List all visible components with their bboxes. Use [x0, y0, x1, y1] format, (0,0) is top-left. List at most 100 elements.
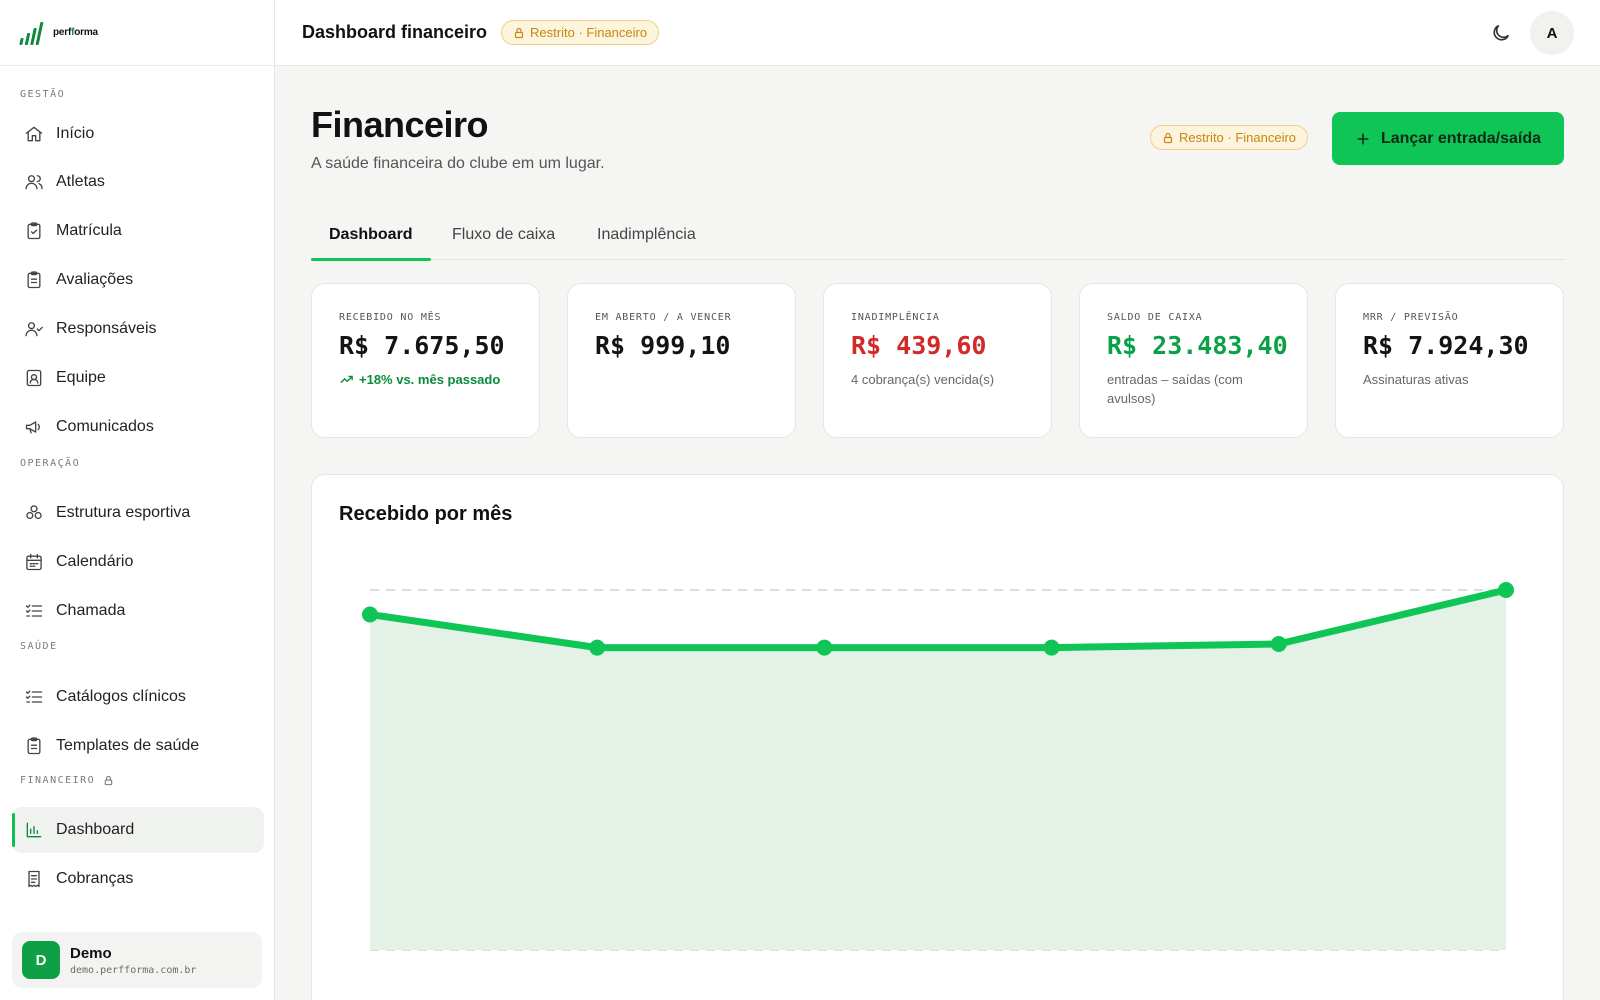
kpi-trend: +18% vs. mês passado	[339, 370, 524, 389]
kpi-value: R$ 7.675,50	[339, 331, 505, 360]
sidebar-item-label: Templates de saúde	[56, 737, 200, 754]
sidebar-item-label: Catálogos clínicos	[56, 688, 186, 705]
add-entry-button[interactable]: Lançar entrada/saída	[1332, 112, 1564, 165]
sidebar-section-title: FINANCEIRO	[0, 775, 114, 786]
brand-logo[interactable]: perfforma	[0, 0, 274, 66]
megaphone-icon	[25, 421, 40, 434]
sidebar-item-cobrancas[interactable]: Cobranças	[12, 856, 264, 902]
sidebar-item-avaliacoes[interactable]: Avaliações	[12, 257, 264, 303]
topbar-title: Dashboard financeiro	[302, 22, 488, 42]
sidebar-item-label: Dashboard	[56, 821, 135, 838]
user-avatar: D	[22, 941, 60, 979]
chart-data-point	[1270, 636, 1287, 652]
user-domain: demo.perfforma.com.br	[70, 964, 197, 976]
kpi-value: R$ 999,10	[595, 331, 731, 360]
sidebar-item-label: Comunicados	[56, 418, 154, 435]
kpi-card-received: RECEBIDO NO MÊS R$ 7.675,50 +18% vs. mês…	[311, 283, 540, 438]
trending-up-icon	[340, 375, 353, 384]
kpi-card-delinquency: INADIMPLÊNCIA R$ 439,60 4 cobrança(s) ve…	[823, 283, 1052, 438]
received-per-month-chart	[362, 582, 1514, 951]
chart-data-point	[1043, 639, 1060, 656]
kpi-note: Assinaturas ativas	[1363, 372, 1469, 387]
kpi-card-open: EM ABERTO / A VENCER R$ 999,10	[567, 283, 796, 438]
kpi-note: entradas – saídas (com avulsos)	[1107, 372, 1243, 406]
sidebar-item-label: Matrícula	[56, 222, 122, 239]
list-check-icon	[25, 690, 43, 703]
page-title: Financeiro	[311, 104, 489, 145]
tabs: Dashboard Fluxo de caixa Inadimplência	[311, 220, 1564, 261]
lock-icon	[104, 775, 113, 786]
sidebar-item-responsaveis[interactable]: Responsáveis	[12, 306, 264, 352]
brand-name: perfforma	[53, 27, 98, 38]
sidebar-item-label: Equipe	[56, 369, 106, 386]
sidebar-item-matricula[interactable]: Matrícula	[12, 208, 264, 254]
sidebar-item-label: Atletas	[56, 173, 105, 190]
sidebar-item-calendario[interactable]: Calendário	[12, 539, 264, 585]
kpi-label: INADIMPLÊNCIA	[851, 312, 940, 323]
lock-icon	[514, 27, 524, 38]
chart-area	[370, 590, 1506, 950]
tab-dashboard[interactable]: Dashboard	[311, 226, 431, 261]
clipboard-list-icon	[27, 271, 41, 289]
sidebar-item-estrutura-esportiva[interactable]: Estrutura esportiva	[12, 490, 264, 536]
home-icon	[25, 126, 43, 142]
sidebar-item-comunicados[interactable]: Comunicados	[12, 404, 264, 450]
kpi-card-cash-balance: SALDO DE CAIXA R$ 23.483,40 entradas – s…	[1079, 283, 1308, 438]
sidebar-section-title: GESTÃO	[20, 89, 66, 100]
kpi-value: R$ 439,60	[851, 331, 987, 360]
topbar: Dashboard financeiro Restrito · Financei…	[275, 0, 1600, 66]
plus-icon	[1357, 133, 1369, 144]
sidebar-section-title: SAÚDE	[20, 641, 58, 652]
receipt-icon	[28, 870, 40, 888]
chart-data-point	[816, 639, 833, 656]
sidebar: perfforma GESTÃO Início Atletas Matrícul…	[0, 0, 275, 1000]
tab-delinquency[interactable]: Inadimplência	[597, 226, 696, 260]
tab-cash-flow[interactable]: Fluxo de caixa	[452, 226, 555, 260]
calendar-icon	[26, 553, 42, 571]
kpi-label: RECEBIDO NO MÊS	[339, 312, 442, 323]
kpi-card-mrr: MRR / PREVISÃO R$ 7.924,30 Assinaturas a…	[1335, 283, 1564, 438]
sidebar-item-inicio[interactable]: Início	[12, 111, 264, 157]
sidebar-item-equipe[interactable]: Equipe	[12, 355, 264, 401]
chart-data-point	[589, 639, 606, 656]
chart-data-point	[362, 606, 378, 623]
sidebar-item-templates-de-saude[interactable]: Templates de saúde	[12, 723, 264, 769]
restricted-badge: Restrito · Financeiro	[1150, 125, 1309, 150]
user-name: Demo	[70, 944, 112, 962]
chart-data-point	[1498, 582, 1514, 598]
sidebar-item-label: Estrutura esportiva	[56, 504, 191, 521]
sidebar-section-title: OPERAÇÃO	[20, 458, 81, 469]
sidebar-item-chamada[interactable]: Chamada	[12, 588, 264, 634]
cubes-icon	[26, 505, 42, 520]
clipboard-check-icon	[27, 222, 41, 240]
kpi-label: EM ABERTO / A VENCER	[595, 312, 732, 323]
page-subtitle: A saúde financeira do clube em um lugar.	[311, 155, 605, 172]
list-check-icon	[25, 604, 43, 617]
sidebar-item-atletas[interactable]: Atletas	[12, 159, 264, 205]
id-badge-icon	[26, 369, 42, 387]
moon-icon[interactable]	[1490, 22, 1512, 44]
user-check-icon	[25, 322, 43, 337]
account-avatar[interactable]: A	[1530, 11, 1574, 55]
kpi-label: MRR / PREVISÃO	[1363, 312, 1459, 323]
sidebar-item-dashboard[interactable]: Dashboard	[12, 807, 264, 853]
sidebar-item-label: Início	[56, 125, 95, 142]
clipboard-list-icon	[27, 737, 41, 755]
sidebar-item-label: Chamada	[56, 602, 126, 619]
kpi-value: R$ 23.483,40	[1107, 331, 1288, 360]
sidebar-item-label: Calendário	[56, 553, 134, 570]
kpi-label: SALDO DE CAIXA	[1107, 312, 1203, 323]
user-card[interactable]: D Demo demo.perfforma.com.br	[12, 932, 262, 988]
sidebar-item-catalogos-clinicos[interactable]: Catálogos clínicos	[12, 674, 264, 720]
sidebar-item-label: Responsáveis	[56, 320, 157, 337]
users-icon	[25, 175, 43, 190]
sidebar-item-label: Avaliações	[56, 271, 134, 288]
chart-card: Recebido por mês	[311, 474, 1564, 1000]
bar-chart-icon	[26, 822, 42, 838]
kpi-note: 4 cobrança(s) vencida(s)	[851, 372, 995, 387]
kpi-value: R$ 7.924,30	[1363, 331, 1529, 360]
lock-icon	[1163, 132, 1173, 143]
logo-bars-icon	[19, 21, 44, 45]
restricted-badge: Restrito · Financeiro	[501, 20, 660, 45]
sidebar-item-label: Cobranças	[56, 870, 134, 887]
